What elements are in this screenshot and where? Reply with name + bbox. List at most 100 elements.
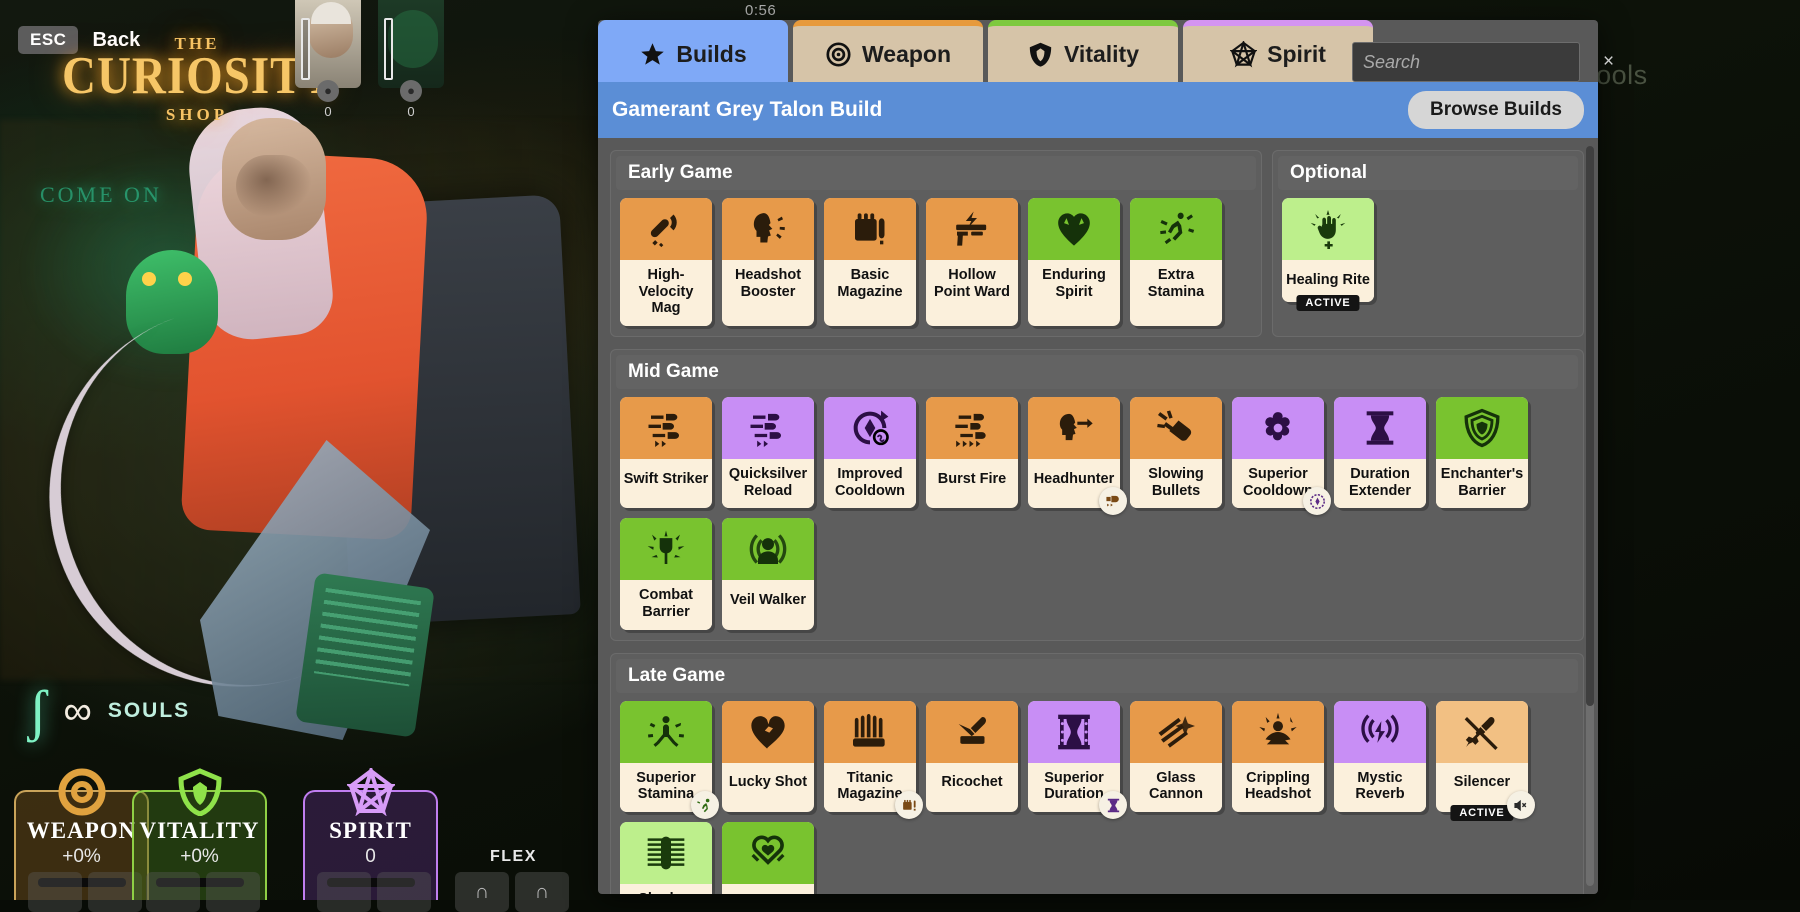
section-early-game: Early Game High-Velocity Mag Headshot Bo… xyxy=(610,150,1262,337)
item-improved-cooldown[interactable]: Improved Cooldown xyxy=(824,397,916,508)
hero-soul-value-1: 0 xyxy=(324,104,331,119)
item-label: Combat Barrier xyxy=(620,580,712,629)
item-icon-wrap xyxy=(926,701,1018,763)
item-icon-wrap xyxy=(1232,701,1324,763)
item-titanic-magazine[interactable]: Titanic Magazine xyxy=(824,701,916,812)
item-lucky-shot[interactable]: Lucky Shot xyxy=(722,701,814,812)
hourglass-icon xyxy=(1360,408,1400,448)
leech-heart-icon xyxy=(748,833,788,873)
barrier-burst-icon xyxy=(646,529,686,569)
ricochet-icon xyxy=(952,712,992,752)
hero-portrait-1[interactable] xyxy=(295,0,361,88)
hero-soul-value-2: 0 xyxy=(407,104,414,119)
item-duration-extender[interactable]: Duration Extender xyxy=(1334,397,1426,508)
item-label: Duration Extender xyxy=(1334,459,1426,508)
vitality-slot-2[interactable] xyxy=(206,872,260,912)
souls-counter: ʃ ∞ SOULS xyxy=(28,688,190,734)
item-silencer[interactable]: ACTIVE Silencer xyxy=(1436,701,1528,812)
item-headshot-booster[interactable]: Headshot Booster xyxy=(722,198,814,326)
scrollbar-track[interactable] xyxy=(1586,146,1594,886)
item-quicksilver-reload[interactable]: Quicksilver Reload xyxy=(722,397,814,508)
flex-slot-1[interactable]: ∩ xyxy=(455,872,509,912)
item-superior-cooldown[interactable]: Superior Cooldown xyxy=(1232,397,1324,508)
search-input[interactable] xyxy=(1363,52,1597,73)
item-high-velocity-mag[interactable]: High-Velocity Mag xyxy=(620,198,712,326)
swirl-cooldown-icon xyxy=(1258,408,1298,448)
weapon-target-icon xyxy=(58,768,106,816)
item-enchanters-barrier[interactable]: Enchanter's Barrier xyxy=(1436,397,1528,508)
item-shadow-weave[interactable]: ACTIVE Shadow Weave xyxy=(620,822,712,894)
item-icon-wrap xyxy=(824,397,916,459)
pistol-bolt-icon xyxy=(952,209,992,249)
section-optional: Optional ACTIVE Healing Rite xyxy=(1272,150,1584,337)
tab-vitality[interactable]: Vitality xyxy=(988,20,1178,82)
section-title-late-game: Late Game xyxy=(616,659,1578,693)
browse-builds-button[interactable]: Browse Builds xyxy=(1408,91,1584,129)
item-icon-wrap xyxy=(1334,701,1426,763)
tab-builds[interactable]: Builds xyxy=(598,20,788,82)
item-extra-stamina[interactable]: Extra Stamina xyxy=(1130,198,1222,326)
item-superior-duration[interactable]: Superior Duration xyxy=(1028,701,1120,812)
item-icon-wrap xyxy=(722,198,814,260)
item-swift-striker[interactable]: Swift Striker xyxy=(620,397,712,508)
item-combat-barrier[interactable]: Combat Barrier xyxy=(620,518,712,629)
spirit-slot-2[interactable] xyxy=(377,872,431,912)
reverb-wave-icon xyxy=(1360,712,1400,752)
flex-slot-2[interactable]: ∩ xyxy=(515,872,569,912)
item-ricochet[interactable]: Ricochet xyxy=(926,701,1018,812)
tab-weapon[interactable]: Weapon xyxy=(793,20,983,82)
weapon-slot-1[interactable] xyxy=(28,872,82,912)
item-leech[interactable]: Leech xyxy=(722,822,814,894)
tab-builds-label: Builds xyxy=(676,41,746,68)
bullet-icon xyxy=(1105,493,1122,510)
silence-icon xyxy=(1513,797,1530,814)
scrollbar-thumb[interactable] xyxy=(1586,146,1594,706)
item-burst-fire[interactable]: Burst Fire xyxy=(926,397,1018,508)
item-icon-wrap xyxy=(1282,198,1374,260)
slow-boot-icon xyxy=(1156,408,1196,448)
item-basic-magazine[interactable]: Basic Magazine xyxy=(824,198,916,326)
item-slowing-bullets[interactable]: Slowing Bullets xyxy=(1130,397,1222,508)
vitality-slot-1[interactable] xyxy=(146,872,200,912)
item-healing-rite[interactable]: ACTIVE Healing Rite xyxy=(1282,198,1374,302)
section-mid-game: Mid Game Swift Striker Quicksilver Reloa… xyxy=(610,349,1584,641)
bullets-fast-icon xyxy=(748,408,788,448)
stat-name-spirit: SPIRIT xyxy=(305,818,436,844)
item-glass-cannon[interactable]: Glass Cannon xyxy=(1130,701,1222,812)
item-label: Mystic Reverb xyxy=(1334,763,1426,812)
item-icon-wrap xyxy=(1232,397,1324,459)
spirit-star-icon xyxy=(1230,41,1257,68)
match-timer: 0:56 xyxy=(745,2,776,19)
item-label: Headshot Booster xyxy=(722,260,814,309)
item-label: Ricochet xyxy=(926,763,1018,805)
item-veil-walker[interactable]: Veil Walker xyxy=(722,518,814,629)
stamina-icon xyxy=(697,797,714,814)
hero-soul-counter-2: ● 0 xyxy=(396,80,426,119)
item-hollow-point-ward[interactable]: Hollow Point Ward xyxy=(926,198,1018,326)
logo-shop: SHOP xyxy=(62,105,332,125)
section-title-optional: Optional xyxy=(1278,156,1578,190)
item-crippling-headshot[interactable]: Crippling Headshot xyxy=(1232,701,1324,812)
item-icon-wrap xyxy=(926,397,1018,459)
item-icon-wrap xyxy=(1130,701,1222,763)
spirit-slot-1[interactable] xyxy=(317,872,371,912)
section-items-late-game: Superior Stamina Lucky Shot Titanic M xyxy=(611,701,1583,894)
section-items-early-game: High-Velocity Mag Headshot Booster Basic… xyxy=(611,198,1261,326)
item-label: Quicksilver Reload xyxy=(722,459,814,508)
section-late-game: Late Game Superior Stamina Lucky Shot xyxy=(610,653,1584,894)
tab-bar: Builds Weapon Vitality Spirit xyxy=(598,20,1373,82)
tab-spirit[interactable]: Spirit xyxy=(1183,20,1373,82)
close-icon[interactable]: × xyxy=(1597,51,1614,73)
item-icon-wrap xyxy=(1130,397,1222,459)
item-enduring-spirit[interactable]: Enduring Spirit xyxy=(1028,198,1120,326)
veil-figure-icon xyxy=(748,529,788,569)
status-badge: ACTIVE xyxy=(1296,295,1359,311)
search-box[interactable]: × xyxy=(1352,42,1580,82)
item-label: Hollow Point Ward xyxy=(926,260,1018,309)
item-mystic-reverb[interactable]: Mystic Reverb xyxy=(1334,701,1426,812)
item-headhunter[interactable]: Headhunter xyxy=(1028,397,1120,508)
duration-frame-icon xyxy=(1054,712,1094,752)
soul-orb-icon-2: ● xyxy=(400,80,422,102)
item-superior-stamina[interactable]: Superior Stamina xyxy=(620,701,712,812)
hero-portrait-2[interactable] xyxy=(378,0,444,88)
